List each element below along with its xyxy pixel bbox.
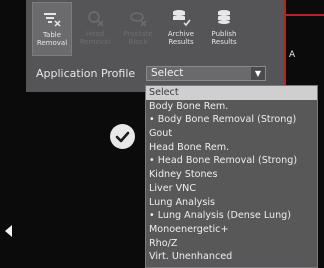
application-profile-dropdown: Select Body Bone Rem. • Body Bone Remova… <box>145 85 318 268</box>
orientation-marker: A <box>289 50 296 60</box>
publish-icon <box>218 10 230 24</box>
option-lung-analysis-dense[interactable]: • Lung Analysis (Dense Lung) <box>146 209 317 223</box>
confirm-button[interactable] <box>110 124 135 149</box>
prostate-block-button[interactable]: Prostate Block <box>118 2 158 56</box>
option-gout[interactable]: Gout <box>146 127 317 141</box>
archive-results-button[interactable]: Archive Results <box>161 2 201 56</box>
application-profile-value: Select <box>151 67 184 79</box>
option-monoenergetic[interactable]: Monoenergetic+ <box>146 223 317 237</box>
screen: A Table Removal Head Removal Prostate Bl… <box>0 0 324 268</box>
option-head-bone-removal-strong[interactable]: • Head Bone Removal (Strong) <box>146 154 317 168</box>
application-profile-select[interactable]: Select ▼ <box>146 66 266 81</box>
option-rho-z[interactable]: Rho/Z <box>146 237 317 251</box>
option-virt-unenhanced[interactable]: Virt. Unenhanced <box>146 250 317 264</box>
previous-arrow-icon[interactable] <box>5 225 12 237</box>
option-body-bone-removal-strong[interactable]: • Body Bone Removal (Strong) <box>146 113 317 127</box>
option-select[interactable]: Select <box>146 86 317 100</box>
head-removal-button[interactable]: Head Removal <box>75 2 115 56</box>
head-removal-icon <box>88 11 104 27</box>
head-removal-label: Head Removal <box>79 30 111 46</box>
application-profile-label: Application Profile <box>36 67 136 80</box>
prostate-block-label: Prostate Block <box>123 30 153 46</box>
viewport-border-horizontal <box>284 14 324 16</box>
table-removal-button[interactable]: Table Removal <box>32 2 72 56</box>
control-panel: Table Removal Head Removal Prostate Bloc… <box>26 0 284 92</box>
option-kidney-stones[interactable]: Kidney Stones <box>146 168 317 182</box>
option-lung-analysis[interactable]: Lung Analysis <box>146 196 317 210</box>
publish-results-button[interactable]: Publish Results <box>204 2 244 56</box>
checkmark-icon <box>115 131 130 143</box>
publish-results-label: Publish Results <box>211 30 237 46</box>
option-body-bone-rem[interactable]: Body Bone Rem. <box>146 100 317 114</box>
chevron-down-icon[interactable]: ▼ <box>251 67 265 80</box>
archive-results-label: Archive Results <box>167 30 195 46</box>
table-removal-label: Table Removal <box>36 31 68 47</box>
option-head-bone-rem[interactable]: Head Bone Rem. <box>146 141 317 155</box>
prostate-icon <box>130 12 147 27</box>
archive-icon <box>173 10 191 27</box>
table-removal-icon <box>44 13 61 27</box>
option-liver-vnc[interactable]: Liver VNC <box>146 182 317 196</box>
